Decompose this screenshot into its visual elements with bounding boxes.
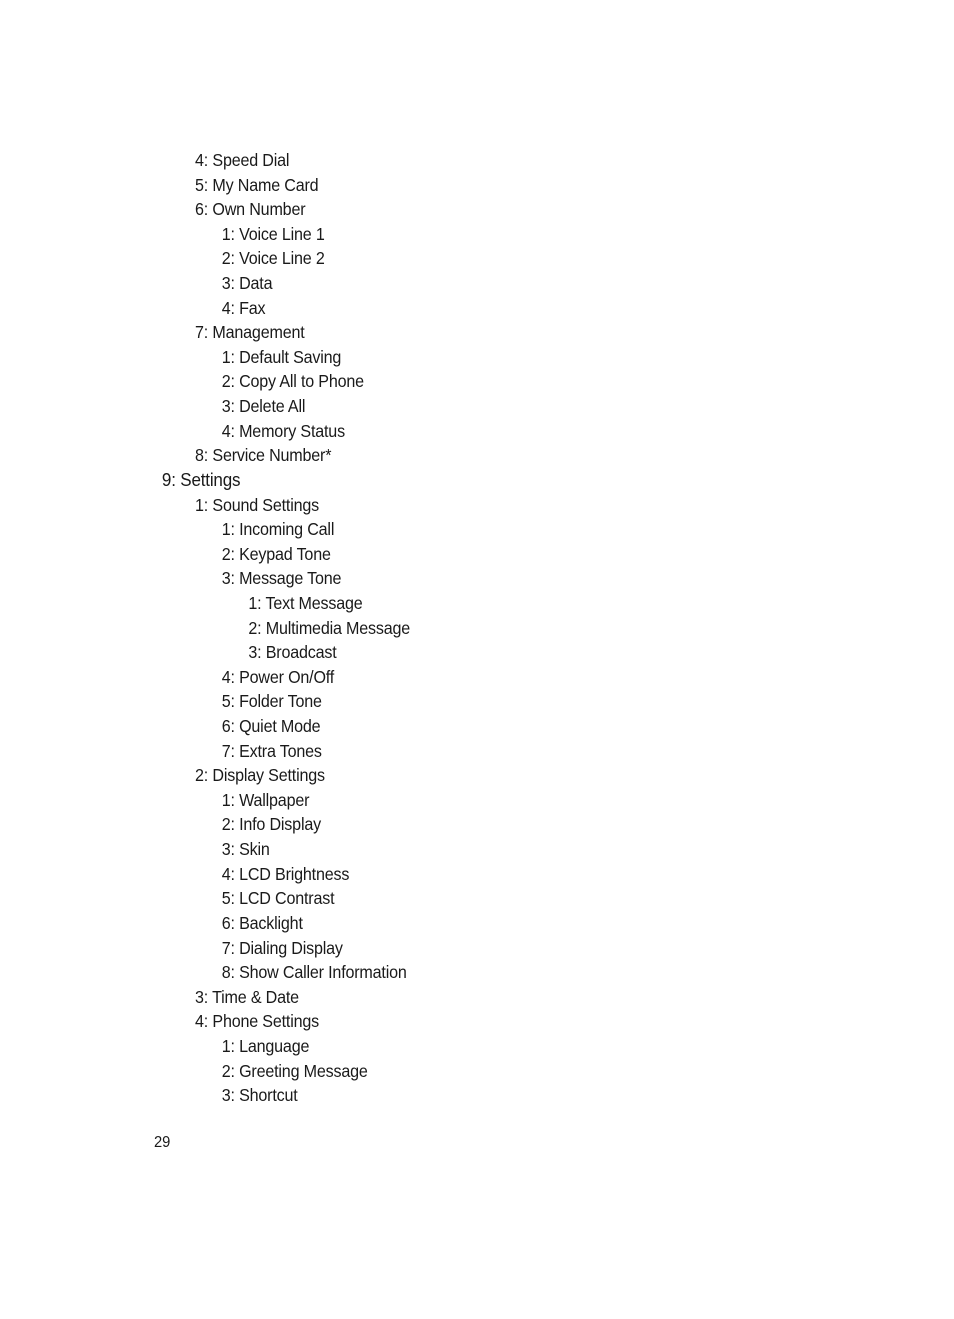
menu-tree-item-level-2: 1: Wallpaper	[221, 789, 310, 810]
menu-tree-item-level-2: 3: Message Tone	[221, 568, 342, 589]
document-page: 4: Speed Dial 5: My Name Card 6: Own Numbe…	[0, 0, 954, 1319]
menu-tree-list: 4: Speed Dial 5: My Name Card 6: Own Numbe…	[0, 148, 446, 1108]
menu-tree-item-level-1: 5: My Name Card	[195, 174, 319, 195]
menu-tree-item-level-2: 2: Copy All to Phone	[221, 371, 364, 392]
menu-tree-item-level-2: 1: Incoming Call	[221, 519, 335, 540]
menu-tree-item-level-1: 2: Display Settings	[195, 765, 325, 786]
menu-tree-item-level-1: 4: Phone Settings	[195, 1011, 320, 1032]
menu-tree-item-level-2: 1: Language	[221, 1035, 310, 1056]
menu-tree-item-level-1: 3: Time & Date	[195, 986, 299, 1007]
menu-tree-item-level-1: 7: Management	[195, 322, 305, 343]
menu-tree-item-level-2: 3: Shortcut	[221, 1085, 298, 1106]
menu-tree-item-level-2: 4: Fax	[221, 297, 266, 318]
menu-tree-item-level-2: 2: Voice Line 2	[221, 248, 325, 269]
menu-tree-item-level-3: 2: Multimedia Message	[248, 617, 411, 638]
menu-tree-item-level-0: 9: Settings	[161, 468, 241, 490]
menu-tree-item-level-2: 7: Dialing Display	[221, 937, 343, 958]
menu-tree-item-level-1: 6: Own Number	[195, 199, 306, 220]
menu-tree-item-level-2: 3: Skin	[221, 839, 270, 860]
menu-tree-item-level-1: 1: Sound Settings	[195, 494, 320, 515]
menu-tree-item-level-2: 7: Extra Tones	[221, 740, 322, 761]
menu-tree-item-level-2: 5: Folder Tone	[221, 691, 322, 712]
menu-tree-item-level-3: 1: Text Message	[248, 592, 363, 613]
menu-tree-item-level-2: 6: Quiet Mode	[221, 716, 321, 737]
page-number: 29	[154, 1134, 171, 1151]
menu-tree-item-level-2: 3: Delete All	[221, 396, 306, 417]
menu-tree-item-level-1: 8: Service Number*	[195, 445, 332, 466]
menu-tree-item-level-2: 3: Data	[221, 273, 273, 294]
menu-tree-item-level-2: 2: Greeting Message	[221, 1060, 368, 1081]
menu-tree-item-level-2: 1: Default Saving	[221, 346, 342, 367]
menu-tree-item-level-2: 2: Info Display	[221, 814, 321, 835]
menu-tree-item-level-2: 6: Backlight	[221, 912, 303, 933]
menu-tree-item-level-2: 4: LCD Brightness	[221, 863, 350, 884]
menu-tree-item-level-2: 1: Voice Line 1	[221, 223, 325, 244]
menu-tree-item-level-2: 8: Show Caller Information	[221, 962, 407, 983]
menu-tree-item-level-3: 3: Broadcast	[248, 642, 337, 663]
menu-tree-item-level-1: 4: Speed Dial	[195, 150, 290, 170]
menu-tree-item-level-2: 5: LCD Contrast	[221, 888, 335, 909]
menu-tree-item-level-2: 2: Keypad Tone	[221, 543, 331, 564]
menu-tree-item-level-2: 4: Memory Status	[221, 420, 345, 441]
menu-tree-item-level-2: 4: Power On/Off	[221, 666, 335, 687]
